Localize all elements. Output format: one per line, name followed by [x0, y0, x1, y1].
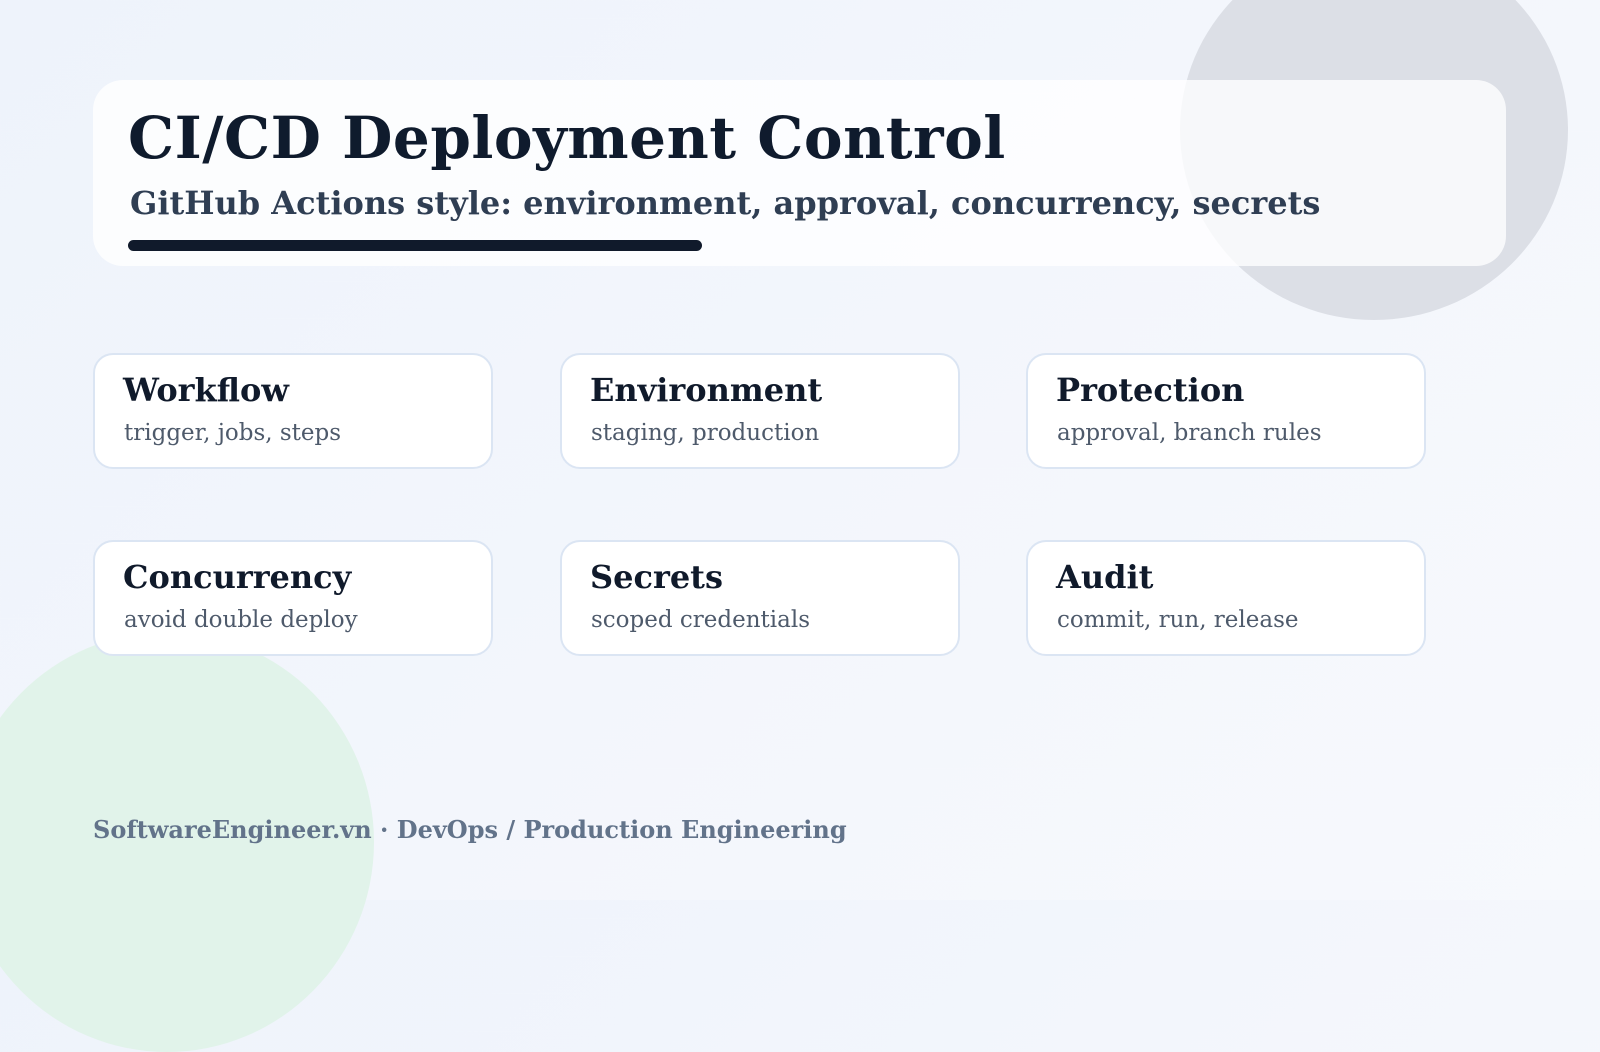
title-underline-bar	[128, 240, 702, 251]
card-subtitle: approval, branch rules	[1057, 420, 1322, 446]
card-title: Environment	[590, 371, 823, 409]
card-protection: Protection approval, branch rules	[1026, 353, 1426, 469]
page-title: CI/CD Deployment Control	[128, 104, 1006, 172]
card-title: Protection	[1056, 371, 1245, 409]
card-concurrency: Concurrency avoid double deploy	[93, 540, 493, 656]
header-panel: CI/CD Deployment Control GitHub Actions …	[93, 80, 1506, 266]
card-workflow: Workflow trigger, jobs, steps	[93, 353, 493, 469]
card-title: Workflow	[123, 371, 289, 409]
card-secrets: Secrets scoped credentials	[560, 540, 960, 656]
page-subtitle: GitHub Actions style: environment, appro…	[130, 184, 1321, 222]
card-subtitle: trigger, jobs, steps	[124, 420, 342, 446]
card-title: Secrets	[590, 558, 723, 596]
card-subtitle: avoid double deploy	[124, 607, 358, 633]
footer-credit: SoftwareEngineer.vn · DevOps / Productio…	[93, 815, 847, 844]
card-title: Audit	[1056, 558, 1154, 596]
card-subtitle: staging, production	[591, 420, 820, 446]
card-title: Concurrency	[123, 558, 352, 596]
card-subtitle: scoped credentials	[591, 607, 811, 633]
card-environment: Environment staging, production	[560, 353, 960, 469]
card-audit: Audit commit, run, release	[1026, 540, 1426, 656]
card-subtitle: commit, run, release	[1057, 607, 1299, 633]
